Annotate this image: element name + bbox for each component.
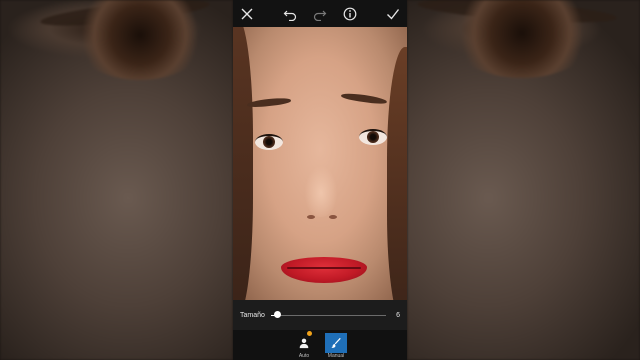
tool-manual[interactable]: Manual bbox=[325, 330, 347, 360]
info-icon[interactable] bbox=[342, 6, 358, 22]
checkmark-icon[interactable] bbox=[385, 6, 401, 22]
premium-badge-icon bbox=[307, 331, 312, 336]
brush-size-slider-bar: Tamaño 6 bbox=[233, 300, 407, 330]
photo-canvas[interactable] bbox=[233, 27, 407, 300]
right-eyebrow bbox=[340, 91, 388, 106]
nostril bbox=[307, 215, 315, 219]
editor-toolbar bbox=[233, 0, 407, 27]
slider-thumb[interactable] bbox=[274, 311, 282, 318]
tool-label: Manual bbox=[327, 353, 345, 359]
redo-icon[interactable] bbox=[312, 6, 328, 22]
right-eye bbox=[359, 129, 387, 145]
tool-label: Auto bbox=[298, 353, 310, 359]
person-icon bbox=[293, 333, 315, 353]
background-eye bbox=[447, 0, 597, 78]
lip-line bbox=[287, 267, 361, 269]
hair-left bbox=[233, 27, 253, 300]
slider-label: Tamaño bbox=[240, 311, 265, 319]
blurred-background-right bbox=[407, 0, 640, 360]
lips bbox=[281, 257, 367, 283]
brush-icon bbox=[325, 333, 347, 353]
left-eye bbox=[255, 134, 283, 150]
nose bbox=[303, 157, 339, 217]
nostril bbox=[329, 215, 337, 219]
background-eye bbox=[70, 0, 210, 80]
close-icon[interactable] bbox=[239, 6, 255, 22]
slider-rail bbox=[270, 314, 386, 316]
blurred-background-left bbox=[0, 0, 233, 360]
photo-editor-app: Tamaño 6 Auto Manual bbox=[233, 0, 407, 360]
tool-auto[interactable]: Auto bbox=[293, 330, 315, 360]
undo-icon[interactable] bbox=[282, 6, 298, 22]
brush-size-slider[interactable] bbox=[270, 308, 386, 322]
hair-right bbox=[387, 47, 407, 300]
slider-value: 6 bbox=[396, 311, 400, 319]
tool-bar: Auto Manual bbox=[233, 330, 407, 360]
left-eyebrow bbox=[246, 96, 292, 109]
